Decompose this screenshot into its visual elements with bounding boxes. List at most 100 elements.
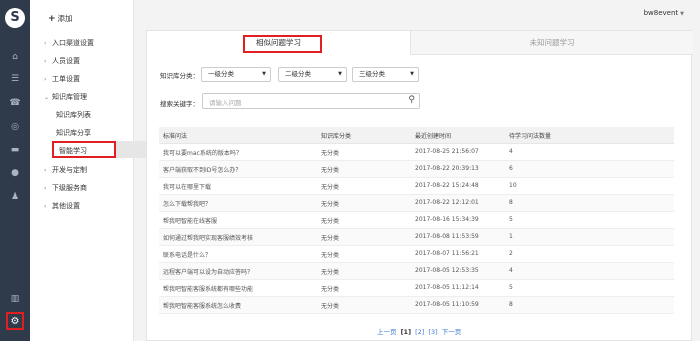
count-cell: 1 xyxy=(509,233,513,240)
table-row[interactable]: 我可以在哪里下载 无分类 2017-08-22 15:24:48 10 xyxy=(159,178,674,195)
category-cell: 无分类 xyxy=(321,235,340,242)
gear-icon[interactable]: ⚙ xyxy=(6,312,24,330)
chat-icon[interactable]: ◎ xyxy=(7,120,23,134)
time-cell: 2017-08-05 11:12:14 xyxy=(415,284,479,291)
question-cell[interactable]: 帮我吧智能客服系统都有哪些功能 xyxy=(163,284,253,293)
count-cell: 8 xyxy=(509,199,513,206)
table-row[interactable]: 怎么下载帮我吧？ 无分类 2017-08-22 12:12:01 8 xyxy=(159,195,674,212)
count-cell: 8 xyxy=(509,301,513,308)
category-cell: 无分类 xyxy=(321,218,340,225)
table-row[interactable]: 帮我吧智能客服系统怎么收费 无分类 2017-08-05 11:10:59 8 xyxy=(159,297,674,314)
home-icon[interactable]: ⌂ xyxy=(7,50,23,64)
question-cell[interactable]: 帮我吧智能客服系统怎么收费 xyxy=(163,301,241,310)
question-cell[interactable]: 客户端获取不到ID号怎么办？ xyxy=(163,165,241,174)
category-level1-select[interactable]: 一级分类 ▼ xyxy=(201,67,271,82)
count-cell: 5 xyxy=(509,216,513,223)
question-cell[interactable]: 怎么下载帮我吧？ xyxy=(163,199,211,208)
add-button[interactable]: + 添加 xyxy=(48,13,73,24)
col-category[interactable]: 知识库分类 xyxy=(321,131,351,140)
search-icon[interactable]: ⚲ xyxy=(408,95,415,105)
user-menu[interactable]: bw8event ▼ xyxy=(644,9,684,17)
table-body: 我可以要mac系统的版本吗？ 无分类 2017-08-25 21:56:07 4 客户端… xyxy=(159,144,674,314)
phone-icon[interactable]: ☎ xyxy=(7,96,23,110)
nav-item-staff[interactable]: › 人员设置 xyxy=(44,56,80,66)
time-cell: 2017-08-25 21:56:07 xyxy=(415,148,479,155)
nav-sub-kb-list[interactable]: 知识库列表 xyxy=(56,110,91,120)
time-cell: 2017-08-22 12:12:01 xyxy=(415,199,479,206)
question-table: 标准问法 知识库分类 最近创建时间 待学习问法数量 我可以要mac系统的版本吗？… xyxy=(159,127,674,314)
time-cell: 2017-08-16 15:34:39 xyxy=(415,216,479,223)
nav-item-entry-channel[interactable]: › 入口渠道设置 xyxy=(44,38,94,48)
time-cell: 2017-08-07 11:56:21 xyxy=(415,250,479,257)
nav-sub-smart-learning[interactable]: 智能学习 xyxy=(52,141,116,158)
pagination: 上一页 [1] [2] [3] 下一页 xyxy=(377,326,463,336)
category-cell: 无分类 xyxy=(321,269,340,276)
chevron-down-icon: ▼ xyxy=(680,11,684,17)
nav-item-ticket[interactable]: › 工单设置 xyxy=(44,74,80,84)
prev-page-link[interactable]: 上一页 xyxy=(377,328,397,336)
table-row[interactable]: 如何通过帮我吧实现客服绩效考核 无分类 2017-08-08 11:53:59 1 xyxy=(159,229,674,246)
tab-unknown-questions[interactable]: 未知问题学习 xyxy=(411,31,693,55)
page-link-2[interactable]: [2] xyxy=(415,328,424,336)
bar-chart-icon[interactable]: ▥ xyxy=(7,292,23,306)
col-standard-question[interactable]: 标准问法 xyxy=(163,131,187,140)
nav-item-knowledge-base[interactable]: ⌄ 知识库管理 xyxy=(44,92,87,102)
user-icon[interactable]: ● xyxy=(7,166,23,180)
category-cell: 无分类 xyxy=(321,150,340,157)
count-cell: 4 xyxy=(509,267,513,274)
main-panel: 相似问题学习 未知问题学习 知识库分类： 一级分类 ▼ 二级分类 ▼ 三级分类 ▼ 搜… xyxy=(146,30,693,341)
folder-icon[interactable]: ▬ xyxy=(7,143,23,157)
time-cell: 2017-08-08 11:53:59 xyxy=(415,233,479,240)
col-pending-count[interactable]: 待学习问法数量 xyxy=(509,131,551,140)
category-level2-select[interactable]: 二级分类 ▼ xyxy=(278,67,347,82)
list-icon[interactable]: ☰ xyxy=(7,72,23,86)
table-row[interactable]: 帮我吧智能客服系统都有哪些功能 无分类 2017-08-05 11:12:14 5 xyxy=(159,280,674,297)
question-cell[interactable]: 我可以要mac系统的版本吗？ xyxy=(163,148,242,157)
question-cell[interactable]: 远程客户端可以设为自动应答吗？ xyxy=(163,267,253,276)
category-level3-select[interactable]: 三级分类 ▼ xyxy=(352,67,419,82)
question-cell[interactable]: 我可以在哪里下载 xyxy=(163,182,211,191)
count-cell: 4 xyxy=(509,148,513,155)
nav-item-sub-provider[interactable]: › 下级服务商 xyxy=(44,183,87,193)
question-cell[interactable]: 帮我吧智能在线客服 xyxy=(163,216,217,225)
question-cell[interactable]: 如何通过帮我吧实现客服绩效考核 xyxy=(163,233,253,242)
category-cell: 无分类 xyxy=(321,252,340,259)
category-cell: 无分类 xyxy=(321,167,340,174)
category-cell: 无分类 xyxy=(321,303,340,310)
time-cell: 2017-08-05 12:53:35 xyxy=(415,267,479,274)
active-row-highlight xyxy=(116,141,146,158)
table-row[interactable]: 帮我吧智能在线客服 无分类 2017-08-16 15:34:39 5 xyxy=(159,212,674,229)
nav-sub-kb-share[interactable]: 知识库分享 xyxy=(56,128,91,138)
time-cell: 2017-08-05 11:10:59 xyxy=(415,301,479,308)
category-cell: 无分类 xyxy=(321,184,340,191)
caret-down-icon: ▼ xyxy=(262,71,266,77)
count-cell: 5 xyxy=(509,284,513,291)
tab-similar-questions[interactable]: 相似问题学习 xyxy=(147,31,411,55)
caret-down-icon: ▼ xyxy=(338,71,342,77)
time-cell: 2017-08-22 15:24:48 xyxy=(415,182,479,189)
logo-icon[interactable]: S xyxy=(5,8,25,28)
count-cell: 10 xyxy=(509,182,517,189)
settings-nav: + 添加 › 入口渠道设置 › 人员设置 › 工单设置 ⌄ 知识库管理 知识库列表 知识库… xyxy=(30,0,146,341)
caret-down-icon: ▼ xyxy=(410,71,414,77)
keyword-label: 搜索关键字： xyxy=(160,100,199,108)
nav-item-dev[interactable]: › 开发与定制 xyxy=(44,165,87,175)
table-row[interactable]: 联系电话是什么？ 无分类 2017-08-07 11:56:21 2 xyxy=(159,246,674,263)
icon-rail: S ⌂ ☰ ☎ ◎ ▬ ● ♟ ▥ ⚙ xyxy=(0,0,30,341)
category-cell: 无分类 xyxy=(321,201,340,208)
table-row[interactable]: 我可以要mac系统的版本吗？ 无分类 2017-08-25 21:56:07 4 xyxy=(159,144,674,161)
user-group-icon[interactable]: ♟ xyxy=(7,190,23,204)
category-label: 知识库分类： xyxy=(160,72,199,80)
table-row[interactable]: 客户端获取不到ID号怎么办？ 无分类 2017-08-22 20:39:13 6 xyxy=(159,161,674,178)
search-input[interactable]: 请输入问题 ⚲ xyxy=(202,93,420,109)
question-cell[interactable]: 联系电话是什么？ xyxy=(163,250,211,259)
page-link-3[interactable]: [3] xyxy=(428,328,437,336)
time-cell: 2017-08-22 20:39:13 xyxy=(415,165,479,172)
plus-icon: + xyxy=(48,14,56,24)
col-created-time[interactable]: 最近创建时间 xyxy=(415,131,451,140)
table-row[interactable]: 远程客户端可以设为自动应答吗？ 无分类 2017-08-05 12:53:35 4 xyxy=(159,263,674,280)
page-link-1[interactable]: [1] xyxy=(401,328,411,336)
table-header: 标准问法 知识库分类 最近创建时间 待学习问法数量 xyxy=(159,127,674,144)
next-page-link[interactable]: 下一页 xyxy=(442,328,462,336)
nav-item-other[interactable]: › 其他设置 xyxy=(44,201,80,211)
